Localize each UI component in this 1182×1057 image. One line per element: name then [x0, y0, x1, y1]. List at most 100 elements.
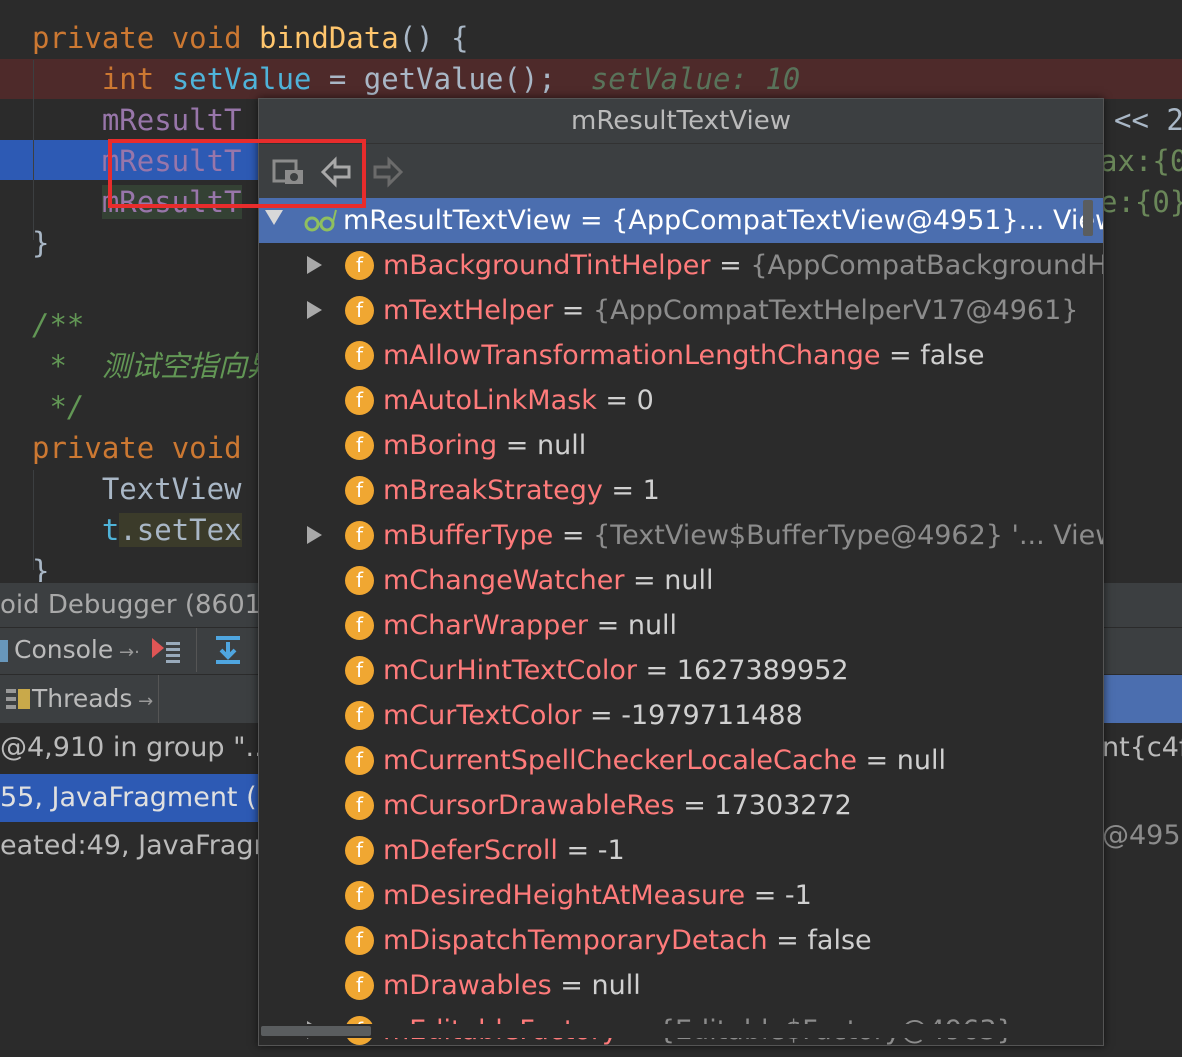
field-row[interactable]: f mDeferScroll = -1 — [259, 828, 1103, 873]
code-line-8: /** — [32, 308, 85, 342]
toolbar-divider — [196, 628, 197, 672]
field-equals: = — [553, 520, 594, 551]
field-equals: = — [551, 970, 592, 1001]
field-value: false — [807, 925, 872, 956]
field-icon: f — [345, 386, 374, 415]
field-row[interactable]: f mCursorDrawableRes = 17303272 — [259, 783, 1103, 828]
field-equals: = — [624, 565, 665, 596]
restore-layout-icon[interactable] — [150, 634, 182, 666]
field-name: mBreakStrategy — [383, 475, 603, 506]
field-name: mDesiredHeightAtMeasure — [383, 880, 746, 911]
popup-title: mResultTextView — [259, 99, 1103, 144]
field-name: mAllowTransformationLengthChange — [383, 340, 881, 371]
expand-arrow-icon[interactable] — [307, 301, 322, 319]
threads-icon — [4, 687, 32, 713]
tab-console[interactable]: Console →· — [0, 634, 140, 666]
field-value: null — [537, 430, 587, 461]
vertical-scrollbar[interactable] — [1083, 200, 1093, 236]
field-equals: = — [557, 835, 598, 866]
field-icon: f — [345, 611, 374, 640]
field-value: {AppCompatBackgroundH — [750, 250, 1104, 281]
field-equals: = — [767, 925, 808, 956]
field-row[interactable]: f mDesiredHeightAtMeasure = -1 — [259, 873, 1103, 918]
code-fragment-right: << 2 — [1114, 103, 1182, 137]
field-name: mCurHintTextColor — [383, 655, 637, 686]
frame-row-selected[interactable]: 55, JavaFragment (c — [0, 774, 271, 822]
tab-threads[interactable]: Threads → — [4, 681, 153, 717]
field-text: mBackgroundTintHelper = {AppCompatBackgr… — [383, 243, 1104, 288]
field-value: 1627389952 — [676, 655, 849, 686]
field-name: mTextHelper — [383, 295, 554, 326]
field-row[interactable]: f mBufferType = {TextView$BufferType@4962… — [259, 513, 1103, 558]
field-equals: = — [636, 655, 677, 686]
field-value: null — [591, 970, 641, 1001]
field-name: mBufferType — [383, 520, 554, 551]
field-value: 1 — [642, 475, 660, 506]
variable-fragment: nt{c4ff — [1102, 732, 1182, 763]
field-equals: = — [710, 250, 751, 281]
field-name: mCharWrapper — [383, 610, 589, 641]
field-value: {TextView$BufferType@4962} '... View — [593, 520, 1104, 551]
variable-tree: mResultTextView = {AppCompatTextView@495… — [259, 198, 1103, 1045]
field-row[interactable]: f mBreakStrategy = 1 — [259, 468, 1103, 513]
field-value: {AppCompatTextHelperV17@4961} — [592, 295, 1079, 326]
expand-arrow-icon[interactable] — [307, 256, 322, 274]
inline-debug-value: setValue: 10 — [555, 62, 801, 96]
field-icon: f — [345, 971, 374, 1000]
code-line-11: private void — [32, 431, 242, 465]
field-equals: = — [596, 385, 637, 416]
field-row[interactable]: f mAllowTransformationLengthChange = fals… — [259, 333, 1103, 378]
field-name: mDeferScroll — [383, 835, 558, 866]
tree-root-row[interactable]: mResultTextView = {AppCompatTextView@495… — [259, 198, 1103, 243]
step-over-icon[interactable] — [212, 634, 244, 666]
field-name: mChangeWatcher — [383, 565, 625, 596]
popup-toolbar — [259, 144, 1103, 198]
expand-arrow-icon[interactable] — [307, 526, 322, 544]
field-equals: = — [880, 340, 921, 371]
thread-row[interactable]: @4,910 in group "... — [0, 724, 271, 772]
field-row[interactable]: f mBoring = null — [259, 423, 1103, 468]
field-icon: f — [345, 251, 374, 280]
field-equals: = — [497, 430, 537, 461]
field-row[interactable]: f mCurHintTextColor = 1627389952 — [259, 648, 1103, 693]
frame-row[interactable]: eated:49, JavaFragm — [0, 822, 280, 870]
forward-arrow-icon[interactable] — [369, 154, 405, 190]
field-value: null — [896, 745, 946, 776]
collapse-arrow-icon[interactable] — [265, 210, 283, 225]
field-row[interactable]: f mDrawables = null — [259, 963, 1103, 1008]
field-value: null — [664, 565, 714, 596]
field-text: mAutoLinkMask = 0 — [383, 378, 654, 423]
field-icon: f — [345, 341, 374, 370]
field-text: mBoring = null — [383, 423, 586, 468]
field-text: mCursorDrawableRes = 17303272 — [383, 783, 852, 828]
field-equals: = — [588, 610, 628, 641]
field-name: mCurrentSpellCheckerLocaleCache — [383, 745, 857, 776]
field-name: mAutoLinkMask — [383, 385, 597, 416]
field-icon: f — [345, 566, 374, 595]
field-equals: = — [602, 475, 643, 506]
field-icon: f — [345, 746, 374, 775]
field-row[interactable]: f mAutoLinkMask = 0 — [259, 378, 1103, 423]
field-row[interactable]: f mCharWrapper = null — [259, 603, 1103, 648]
code-line-6: } — [32, 226, 50, 260]
selected-frame-strip — [1102, 675, 1182, 723]
field-text: mAllowTransformationLengthChange = false — [383, 333, 984, 378]
field-text: mCharWrapper = null — [383, 603, 677, 648]
horizontal-scrollbar-thumb[interactable] — [261, 1026, 371, 1036]
code-line-3: mResultT — [101, 103, 242, 137]
field-row[interactable]: f mDispatchTemporaryDetach = false — [259, 918, 1103, 963]
variable-fragment: @4951 — [1102, 820, 1182, 851]
field-row[interactable]: f mChangeWatcher = null — [259, 558, 1103, 603]
horizontal-scrollbar[interactable] — [259, 1024, 1103, 1038]
field-row[interactable]: f mTextHelper = {AppCompatTextHelperV17@4… — [259, 288, 1103, 333]
field-equals: = — [553, 295, 593, 326]
code-fragment-right: e:{0} — [1100, 185, 1182, 219]
field-icon: f — [345, 431, 374, 460]
field-row[interactable]: f mCurTextColor = -1979711488 — [259, 693, 1103, 738]
code-line-9: * 测试空指向异 — [32, 349, 276, 383]
field-row[interactable]: f mCurrentSpellCheckerLocaleCache = null — [259, 738, 1103, 783]
code-line-12: TextView — [101, 472, 242, 506]
field-row[interactable]: f mBackgroundTintHelper = {AppCompatBackg… — [259, 243, 1103, 288]
field-icon: f — [345, 296, 374, 325]
field-name: mBoring — [383, 430, 498, 461]
